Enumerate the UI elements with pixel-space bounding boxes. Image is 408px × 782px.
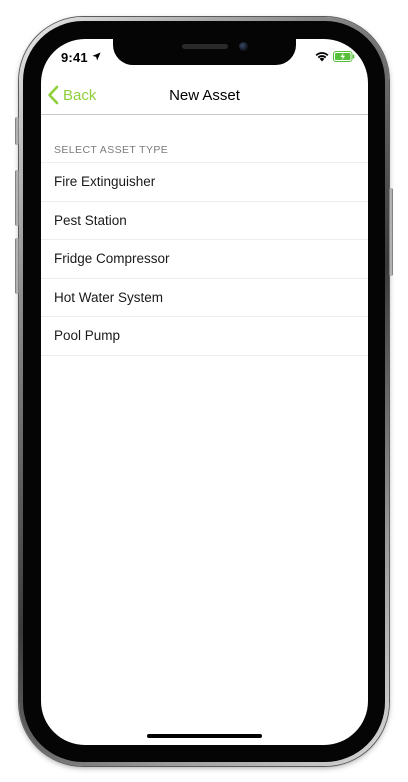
list-item-pool-pump[interactable]: Pool Pump <box>41 317 368 356</box>
page-title: New Asset <box>169 87 240 104</box>
wifi-icon <box>315 52 329 62</box>
home-indicator[interactable] <box>147 734 262 738</box>
silent-switch <box>15 117 19 145</box>
volume-up-button <box>15 170 19 226</box>
asset-type-list: Fire Extinguisher Pest Station Fridge Co… <box>41 162 368 356</box>
section-header: SELECT ASSET TYPE <box>54 144 169 156</box>
location-arrow-icon <box>92 52 101 61</box>
volume-down-button <box>15 238 19 294</box>
list-item-fire-extinguisher[interactable]: Fire Extinguisher <box>41 163 368 202</box>
navigation-bar: Back New Asset <box>41 77 368 115</box>
status-time: 9:41 <box>61 50 88 65</box>
list-item-fridge-compressor[interactable]: Fridge Compressor <box>41 240 368 279</box>
front-camera <box>239 42 248 51</box>
battery-charging-icon <box>333 51 355 62</box>
list-item-hot-water-system[interactable]: Hot Water System <box>41 279 368 317</box>
list-item-pest-station[interactable]: Pest Station <box>41 202 368 240</box>
speaker-grille <box>182 44 228 49</box>
power-button <box>389 188 393 276</box>
phone-screen: 9:41 Back New Asset SELECT ASSET TYPE Fi… <box>41 39 368 745</box>
notch <box>113 39 296 65</box>
